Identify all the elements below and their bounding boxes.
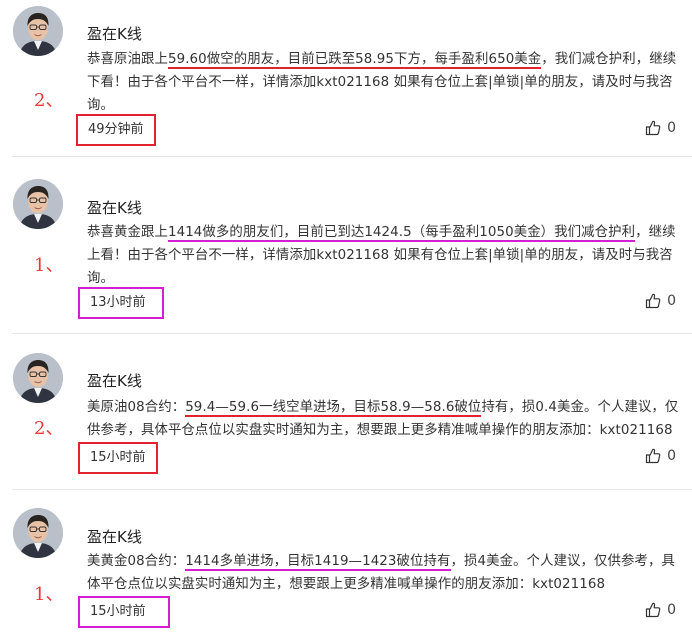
post-content: 美黄金08合约：1414多单进场，目标1419—1423破位持有，损4美金。个人… [87,550,687,596]
post-item: 盈在K线 恭喜黄金跟上1414做多的朋友们，目前已到达1424.5（每手盈利10… [0,157,692,333]
post-time: 13小时前 [78,287,164,319]
content-text: 恭喜黄金跟上 [87,225,168,240]
content-text: 美黄金08合约： [87,554,186,569]
post-item: 盈在K线 美原油08合约：59.4—59.6一线空单进场，目标58.9—58.6… [0,334,692,489]
post-time: 49分钟前 [76,114,156,146]
avatar[interactable] [13,179,63,229]
author-name[interactable]: 盈在K线 [87,23,142,44]
highlighted-text: 59.4—59.6一线空单进场，目标58.9—58.6破位 [185,400,482,417]
post-content: 恭喜黄金跟上1414做多的朋友们，目前已到达1424.5（每手盈利1050美金）… [87,221,687,290]
like-button[interactable]: 0 [645,120,676,136]
like-count: 0 [667,602,676,618]
rank-annotation: 2、 [34,90,64,111]
rank-annotation: 1、 [34,584,64,605]
highlighted-text: 1414多单进场，目标1419—1423破位持有 [185,554,451,571]
author-name[interactable]: 盈在K线 [87,370,142,391]
highlighted-text: 1414做多的朋友们，目前已到达1424.5（每手盈利1050美金）我们减仓护利 [167,225,636,242]
post-item: 盈在K线 美黄金08合约：1414多单进场，目标1419—1423破位持有，损4… [0,490,692,634]
like-count: 0 [667,448,676,464]
avatar[interactable] [13,508,63,558]
like-button[interactable]: 0 [645,602,676,618]
thumbs-up-icon [645,448,661,464]
post-time: 15小时前 [78,596,170,628]
thumbs-up-icon [645,120,661,136]
avatar[interactable] [13,353,63,403]
like-count: 0 [667,293,676,309]
author-name[interactable]: 盈在K线 [87,526,142,547]
avatar[interactable] [13,6,63,56]
post-content: 恭喜原油跟上59.60做空的朋友，目前已跌至58.95下方，每手盈利650美金，… [87,48,687,117]
like-button[interactable]: 0 [645,448,676,464]
content-text: 恭喜原油跟上 [87,52,168,67]
post-content: 美原油08合约：59.4—59.6一线空单进场，目标58.9—58.6破位持有，… [87,396,687,442]
thumbs-up-icon [645,602,661,618]
post-time: 15小时前 [78,442,158,474]
thumbs-up-icon [645,293,661,309]
like-button[interactable]: 0 [645,293,676,309]
like-count: 0 [667,120,676,136]
rank-annotation: 1、 [34,255,64,276]
highlighted-text: 59.60做空的朋友，目前已跌至58.95下方，每手盈利650美金 [167,52,542,69]
post-item: 盈在K线 恭喜原油跟上59.60做空的朋友，目前已跌至58.95下方，每手盈利6… [0,0,692,157]
author-name[interactable]: 盈在K线 [87,197,142,218]
content-text: 美原油08合约： [87,400,186,415]
rank-annotation: 2、 [34,418,64,439]
